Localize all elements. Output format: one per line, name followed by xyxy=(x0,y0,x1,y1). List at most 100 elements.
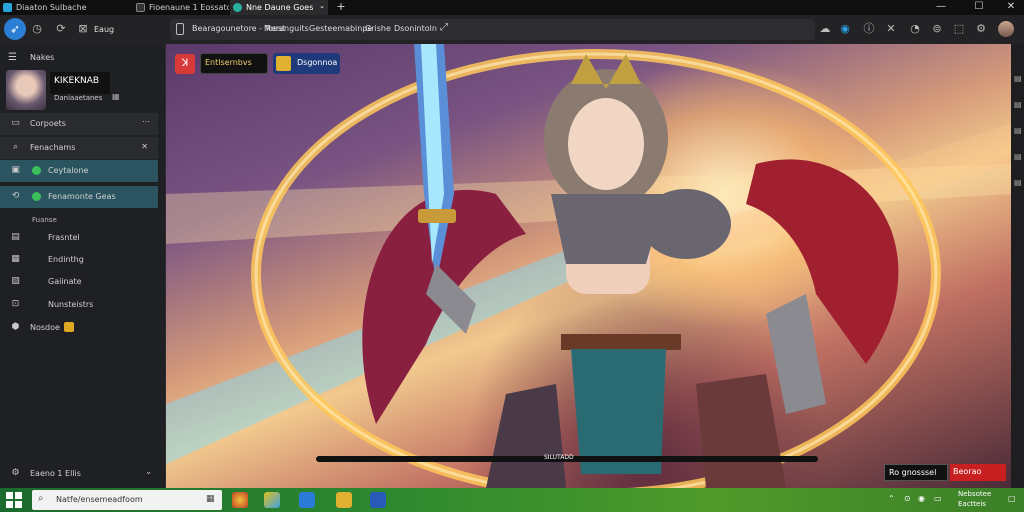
sidebar-menu-label: Nakes xyxy=(30,53,55,62)
tab-label: Diaaton Sulbache xyxy=(16,3,87,12)
refresh-icon[interactable]: ⟳ xyxy=(54,22,68,36)
downloads-icon[interactable]: ⬚ xyxy=(952,22,966,36)
menu-icon[interactable]: ☰ xyxy=(8,52,17,63)
minimize-button[interactable]: — xyxy=(928,0,954,15)
tray-battery-icon[interactable]: ▭ xyxy=(934,494,942,503)
taskbar-search-text: Natfe/ensemeadfoom xyxy=(56,495,143,504)
more-icon[interactable]: ⋯ xyxy=(142,117,150,126)
history-icon[interactable]: ◔ xyxy=(908,22,922,36)
taskbar-folder-icon[interactable] xyxy=(336,492,352,508)
sidebar-item-label: Gaiinate xyxy=(48,277,82,286)
search-icon: ⌕ xyxy=(12,142,19,152)
sidebar-footer-label: Eaeno 1 Ellis xyxy=(30,469,81,478)
rail-icon-3[interactable]: ▤ xyxy=(1014,126,1022,135)
tag-icon: ▧ xyxy=(11,276,20,286)
taskbar-store-icon[interactable] xyxy=(299,492,315,508)
sidebar-item-fenachams[interactable]: ⌕ Fenachams ✕ xyxy=(0,137,158,159)
image-icon: ▤ xyxy=(11,232,20,242)
bookmark-3[interactable]: Grishe xyxy=(365,24,391,33)
tray-up-icon[interactable]: ⌃ xyxy=(888,494,895,503)
chevron-down-icon[interactable]: ⌄ xyxy=(145,467,152,476)
hero-image xyxy=(166,44,1011,488)
dots-icon: ⊡ xyxy=(11,299,20,309)
close-icon[interactable]: ✕ xyxy=(141,142,148,151)
external-link-icon[interactable]: ⤢ xyxy=(440,22,448,33)
search-icon: ⌕ xyxy=(38,493,44,504)
chip-icon xyxy=(276,56,291,71)
sidebar-item-nosdoe[interactable]: ⬢ Nosdoe xyxy=(0,317,158,339)
sidebar-item-label: Nosdoe xyxy=(30,323,60,332)
profile-name: KIKEKNAB xyxy=(54,76,100,86)
close-button[interactable]: ✕ xyxy=(998,0,1024,15)
app-icon-red[interactable]: ꓘ xyxy=(175,54,195,74)
tab-label: Fioenaune 1 Eossatoun xyxy=(149,3,229,12)
tab-label: Nne Daune Goes xyxy=(246,3,314,12)
tab-1[interactable]: Fioenaune 1 Eossatoun xyxy=(133,0,229,15)
info-icon[interactable]: ⓘ xyxy=(862,22,876,36)
rail-icon-5[interactable]: ▤ xyxy=(1014,178,1022,187)
tab-favicon-icon xyxy=(233,3,242,12)
action-button-left[interactable]: Ro gnosssel xyxy=(889,468,936,477)
badge-icon xyxy=(32,192,41,201)
tray-date[interactable]: Eactteis xyxy=(958,500,986,508)
user-avatar[interactable] xyxy=(998,21,1014,37)
chevron-down-icon[interactable]: ⌄ xyxy=(319,2,325,10)
chat-icon: ▣ xyxy=(11,165,20,175)
tray-volume-icon[interactable]: ◉ xyxy=(918,494,925,503)
folder-icon: ▭ xyxy=(11,118,20,128)
sidebar-item-fenamonte-geas[interactable]: ⟲ Fenamonte Geas xyxy=(0,186,158,208)
rail-icon-4[interactable]: ▤ xyxy=(1014,152,1022,161)
settings-icon[interactable]: ⚙ xyxy=(974,22,988,36)
settings-icon: ⚙ xyxy=(11,468,20,478)
notification-icon[interactable]: ▢ xyxy=(1008,494,1016,503)
grid-icon[interactable]: ▦ xyxy=(112,92,120,101)
tab-2[interactable]: Nne Daune Goes ⌄ xyxy=(230,0,328,15)
new-tab-button[interactable]: + xyxy=(335,0,347,15)
rail-icon-2[interactable]: ▤ xyxy=(1014,100,1022,109)
sidebar-section-title: Fuanse xyxy=(32,216,57,224)
tray-network-icon[interactable]: ⊙ xyxy=(904,494,911,503)
sidebar-item-endinthg[interactable]: ▦ Endinthg xyxy=(0,249,158,271)
favorites-icon[interactable]: ⊜ xyxy=(930,22,944,36)
sidebar-item-label: Endinthg xyxy=(48,255,84,264)
sidebar-item-ceytalone[interactable]: ▣ Ceytalone xyxy=(0,160,158,182)
sidebar-item-frasntel[interactable]: ▤ Frasntel xyxy=(0,227,158,249)
bookmark-1[interactable]: Meranguits xyxy=(264,24,309,33)
sidebar-item-gaiinate[interactable]: ▧ Gaiinate xyxy=(0,271,158,293)
star-badge-icon xyxy=(64,322,74,332)
taskbar-app-icon[interactable] xyxy=(264,492,280,508)
browser-logo-icon[interactable]: ➶ xyxy=(4,18,26,40)
taskbar-chrome-icon[interactable] xyxy=(232,492,248,508)
mic-icon[interactable]: ▦ xyxy=(206,494,215,504)
avatar[interactable] xyxy=(6,70,46,110)
badge-icon xyxy=(32,166,41,175)
maximize-button[interactable]: ☐ xyxy=(966,0,992,15)
profile-label[interactable]: Eaug xyxy=(94,25,114,34)
tray-time[interactable]: Nebsotee xyxy=(958,490,991,498)
chip-1[interactable]: Entlsernbvs xyxy=(205,58,252,67)
sidebar-item-corpoets[interactable]: ▭ Corpoets ⋯ xyxy=(0,113,158,135)
copilot-icon[interactable]: ◉ xyxy=(838,22,852,36)
action-button-right[interactable]: Beorao xyxy=(953,467,981,476)
sidebar-item-label: Fenamonte Geas xyxy=(48,192,116,201)
tab-0[interactable]: Diaaton Sulbache xyxy=(0,0,132,15)
bookmark-2[interactable]: Gesteemabinpe xyxy=(309,24,372,33)
hero-illustration xyxy=(166,44,1011,488)
chip-2[interactable]: Dsgonnoa xyxy=(297,58,337,67)
cube-icon: ⬢ xyxy=(11,322,20,332)
sidebar-footer[interactable]: ⚙ Eaeno 1 Ellis ⌄ xyxy=(0,463,158,485)
cloud-icon[interactable]: ☁ xyxy=(818,22,832,36)
sidebar-item-label: Fenachams xyxy=(30,143,76,152)
taskbar-edge-icon[interactable] xyxy=(370,492,386,508)
rail-icon-1[interactable]: ▤ xyxy=(1014,74,1022,83)
bookmark-4[interactable]: Dsonintoln xyxy=(394,24,437,33)
refresh-icon: ⟲ xyxy=(11,191,20,201)
back-icon[interactable]: ◷ xyxy=(30,22,44,36)
progress-label: SILUTADD xyxy=(544,454,574,461)
right-rail xyxy=(1011,44,1024,488)
extension-icon[interactable]: ⊠ xyxy=(76,22,90,36)
windows-start-icon[interactable] xyxy=(6,492,22,508)
sidebar-item-nunsteistrs[interactable]: ⊡ Nunsteistrs xyxy=(0,294,158,316)
profile-subtitle: Daniaaetanes xyxy=(54,94,103,102)
tools-icon[interactable]: ✕ xyxy=(884,22,898,36)
